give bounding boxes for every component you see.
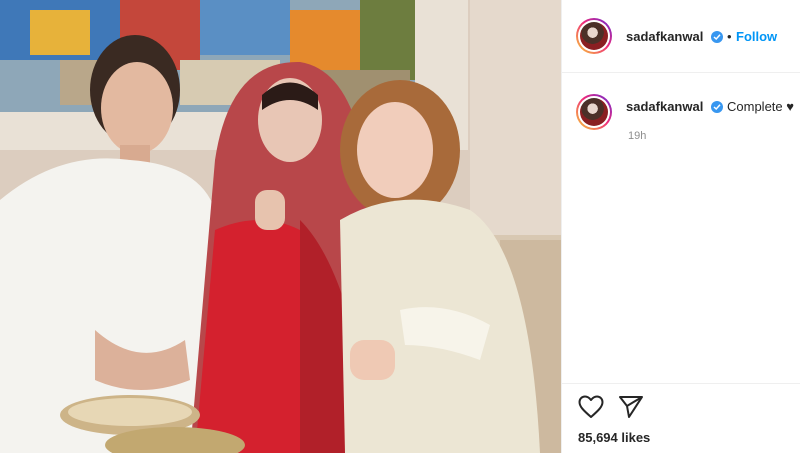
caption-text: Complete ♥ (727, 99, 794, 114)
paper-plane-icon[interactable] (618, 395, 644, 424)
post-time[interactable]: 19h (628, 130, 646, 142)
caption-avatar[interactable] (576, 94, 612, 130)
post-side-panel: sadafkanwal • Follow sadafkanwal Complet… (561, 0, 800, 453)
caption-username[interactable]: sadafkanwal (626, 99, 703, 114)
heart-outline-icon[interactable] (578, 395, 604, 424)
caption-verified-badge-icon (711, 101, 723, 113)
header-username[interactable]: sadafkanwal (626, 29, 703, 44)
post-image (0, 0, 561, 453)
likes-count[interactable]: 85,694 likes (578, 430, 650, 445)
follow-button[interactable]: Follow (736, 29, 777, 44)
verified-badge-icon (711, 31, 723, 43)
avatar[interactable] (576, 18, 612, 54)
post-header: sadafkanwal • Follow (562, 0, 800, 73)
separator-dot: • (727, 29, 732, 44)
post-actions: 85,694 likes (562, 383, 800, 453)
post-photo[interactable] (0, 0, 561, 453)
